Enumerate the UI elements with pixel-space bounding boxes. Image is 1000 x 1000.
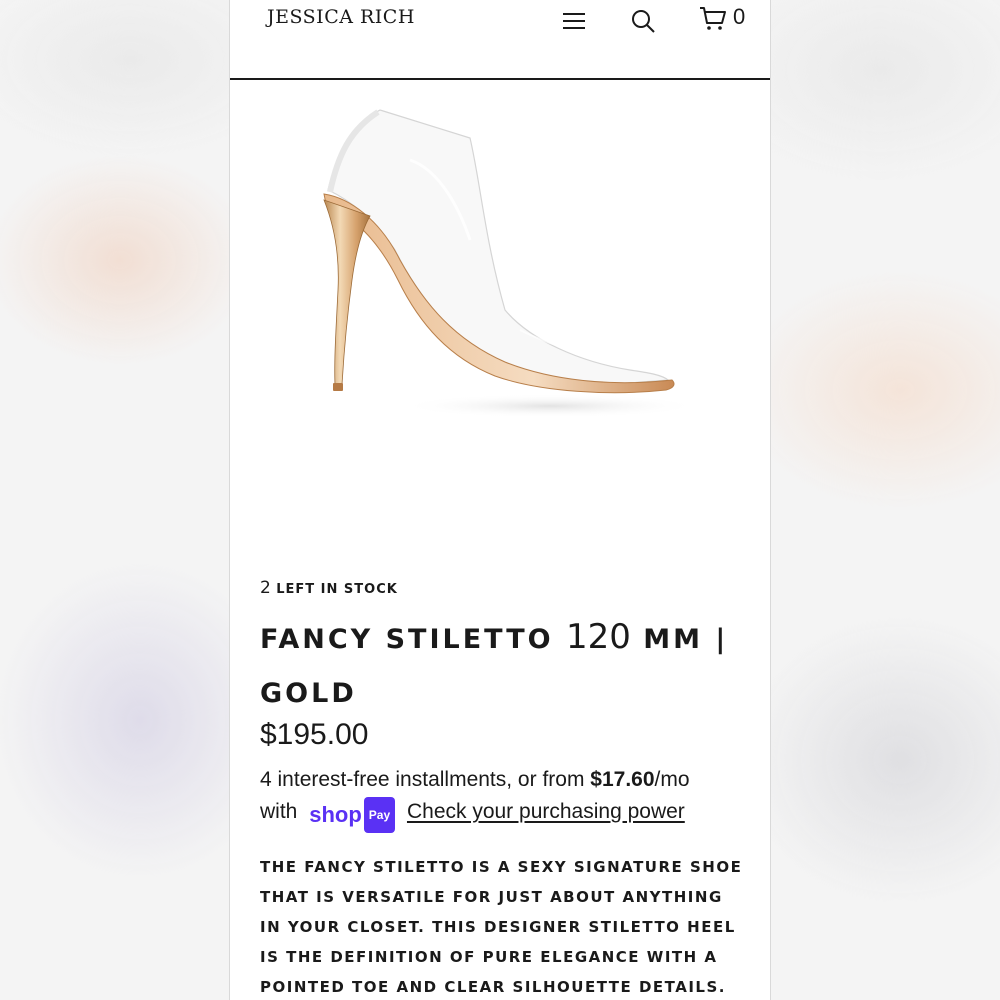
- product-image[interactable]: [290, 100, 710, 440]
- installments-amount: $17.60: [590, 768, 655, 791]
- installments-suffix: /mo: [654, 768, 690, 791]
- cart-count: 0: [733, 4, 746, 29]
- stock-status: 2 left in stock: [260, 578, 398, 598]
- stiletto-shoe-image: [323, 109, 700, 418]
- menu-icon: [563, 13, 585, 29]
- product-price: $195.00: [260, 718, 369, 751]
- menu-button[interactable]: [561, 10, 587, 32]
- cart-button[interactable]: 0: [698, 3, 758, 33]
- title-part-1: Fancy Stiletto: [260, 624, 554, 655]
- search-button[interactable]: [630, 8, 656, 34]
- purchasing-power-link[interactable]: Check your purchasing power: [407, 800, 685, 823]
- shop-pay-badge: Pay: [363, 797, 396, 833]
- site-header: JESSICA RICH 0: [230, 0, 770, 80]
- mobile-page: JESSICA RICH 0 2 LEFT IN STOCK FANCY STI…: [229, 0, 771, 1000]
- product-description: The Fancy Stiletto is a sexy signature s…: [260, 858, 743, 996]
- stock-text: left in stock: [276, 582, 398, 597]
- shop-pay-logo: shop Pay: [309, 797, 396, 833]
- stock-number: 2: [260, 578, 271, 598]
- shop-pay-word: shop: [309, 802, 362, 827]
- product-title: Fancy Stiletto 120 mm | Gold: [260, 610, 740, 721]
- search-icon: [632, 10, 655, 33]
- installments-info: 4 interest-free installments, or from $1…: [260, 764, 760, 833]
- title-number: 120: [565, 617, 631, 657]
- installments-prefix: 4 interest-free installments, or from: [260, 768, 591, 791]
- installments-with: with: [260, 800, 298, 823]
- brand-logo[interactable]: JESSICA RICH: [267, 6, 415, 28]
- cart-icon: [700, 7, 726, 30]
